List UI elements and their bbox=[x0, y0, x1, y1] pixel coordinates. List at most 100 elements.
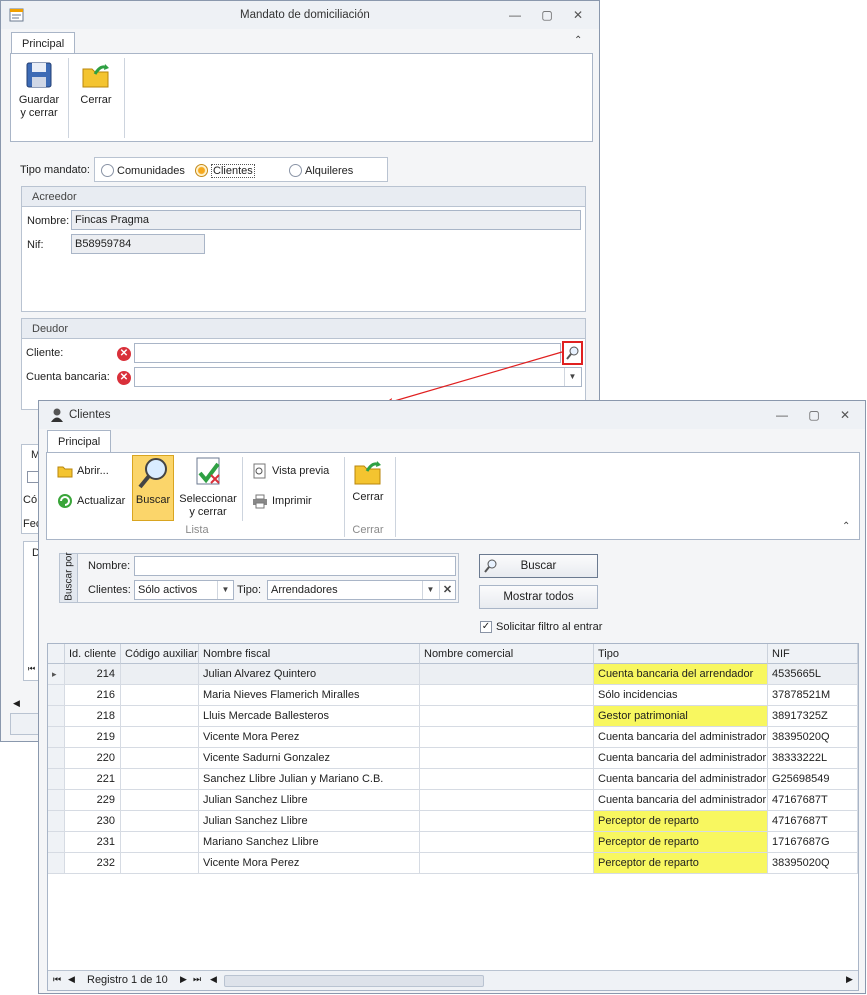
cell-aux bbox=[121, 790, 199, 811]
column-header-fiscal[interactable]: Nombre fiscal bbox=[199, 644, 420, 664]
table-row[interactable]: 229 Julian Sanchez Llibre Cuenta bancaria … bbox=[48, 790, 858, 811]
printer-icon bbox=[253, 494, 267, 509]
cell-aux bbox=[121, 853, 199, 874]
cell-fiscal: Julian Sanchez Llibre bbox=[199, 790, 420, 811]
close-button[interactable]: ✕ bbox=[569, 7, 587, 23]
table-row[interactable]: ▸ 214 Julian Alvarez Quintero Cuenta bancar… bbox=[48, 664, 858, 685]
horizontal-scrollbar[interactable] bbox=[224, 975, 484, 987]
mostrar-todos-button[interactable]: Mostrar todos bbox=[479, 585, 598, 609]
nav-first-icon[interactable]: ⏮ bbox=[28, 664, 35, 674]
column-header-nif[interactable]: NIF bbox=[768, 644, 858, 664]
column-header-aux[interactable]: Código auxiliar bbox=[121, 644, 199, 664]
acreedor-nombre-field[interactable]: Fincas Pragma bbox=[71, 210, 581, 230]
close-ribbon-button[interactable]: Cerrar bbox=[73, 60, 119, 107]
nombre-search-input[interactable] bbox=[134, 556, 456, 576]
nav-prev-icon[interactable]: ◀ bbox=[68, 974, 75, 985]
minimize-button[interactable]: — bbox=[773, 407, 791, 423]
header-selector[interactable] bbox=[48, 644, 65, 664]
abrir-button[interactable]: Abrir... bbox=[55, 461, 125, 481]
nav-first-icon[interactable]: ⏮ bbox=[53, 974, 61, 985]
table-row[interactable]: 231 Mariano Sanchez Llibre Perceptor de re… bbox=[48, 832, 858, 853]
tab-principal[interactable]: Principal bbox=[47, 430, 112, 453]
radio-clientes[interactable]: Clientes bbox=[195, 164, 255, 178]
seleccionar-label-2: y cerrar bbox=[189, 506, 227, 518]
cuenta-error-icon: ✕ bbox=[117, 371, 131, 385]
table-row[interactable]: 220 Vicente Sadurni Gonzalez Cuenta bancar… bbox=[48, 748, 858, 769]
cell-comercial bbox=[420, 832, 594, 853]
ribbon-separator bbox=[68, 58, 69, 138]
column-header-tipo[interactable]: Tipo bbox=[594, 644, 768, 664]
imprimir-button[interactable]: Imprimir bbox=[250, 491, 320, 511]
ribbon-separator bbox=[344, 457, 345, 537]
acreedor-header: Acreedor bbox=[22, 187, 585, 207]
floppy-icon bbox=[26, 62, 52, 88]
cell-aux bbox=[121, 727, 199, 748]
cell-id: 229 bbox=[65, 790, 121, 811]
cell-aux bbox=[121, 685, 199, 706]
cell-fiscal: Julian Sanchez Llibre bbox=[199, 811, 420, 832]
clientes-dropdown-icon[interactable]: ▼ bbox=[217, 581, 233, 599]
radio-circle-icon bbox=[101, 164, 114, 177]
vista-previa-button[interactable]: Vista previa bbox=[250, 461, 334, 481]
radio-selected-icon bbox=[195, 164, 208, 177]
folder-exit-icon bbox=[354, 461, 381, 485]
buscar-ribbon-button[interactable]: Buscar bbox=[132, 455, 174, 521]
partial-label-co: Có bbox=[23, 494, 38, 506]
minimize-button[interactable]: — bbox=[506, 7, 524, 23]
nav-next-icon[interactable]: ▶ bbox=[180, 974, 187, 985]
cerrar-ribbon-button[interactable]: Cerrar bbox=[347, 457, 389, 504]
collapse-ribbon-icon[interactable]: ⌃ bbox=[842, 521, 850, 532]
actualizar-button[interactable]: Actualizar bbox=[55, 491, 131, 511]
table-row[interactable]: 219 Vicente Mora Perez Cuenta bancaria del… bbox=[48, 727, 858, 748]
buscar-button[interactable]: Buscar bbox=[479, 554, 598, 578]
row-indicator bbox=[48, 706, 65, 727]
tipo-clear-icon[interactable]: ✕ bbox=[439, 581, 455, 599]
imprimir-label: Imprimir bbox=[272, 495, 312, 507]
acreedor-nif-field[interactable]: B58959784 bbox=[71, 234, 205, 254]
cell-id: 220 bbox=[65, 748, 121, 769]
ribbon-separator bbox=[242, 457, 243, 521]
clientes-title: Clientes bbox=[69, 409, 111, 421]
cell-comercial bbox=[420, 748, 594, 769]
cell-aux bbox=[121, 811, 199, 832]
actualizar-label: Actualizar bbox=[77, 495, 126, 507]
tipo-dropdown-icon[interactable]: ▼ bbox=[422, 581, 438, 599]
cell-fiscal: Sanchez Llibre Julian y Mariano C.B. bbox=[199, 769, 420, 790]
cell-id: 219 bbox=[65, 727, 121, 748]
scroll-left-icon[interactable]: ◀ bbox=[210, 974, 217, 985]
scroll-right-icon[interactable]: ▶ bbox=[846, 974, 853, 985]
cell-fiscal: Vicente Mora Perez bbox=[199, 853, 420, 874]
cell-fiscal: Lluis Mercade Ballesteros bbox=[199, 706, 420, 727]
maximize-button[interactable]: ▢ bbox=[805, 407, 823, 423]
radio-comunidades[interactable]: Comunidades bbox=[101, 164, 185, 178]
clientes-ribbon: Abrir... Actualizar Buscar Seleccionar y… bbox=[46, 452, 860, 540]
table-row[interactable]: 232 Vicente Mora Perez Perceptor de repart… bbox=[48, 853, 858, 874]
maximize-button[interactable]: ▢ bbox=[538, 7, 556, 23]
table-row[interactable]: 216 Maria Nieves Flamerich Miralles Sólo i… bbox=[48, 685, 858, 706]
nombre-label: Nombre: bbox=[88, 560, 131, 572]
cell-tipo: Cuenta bancaria del arrendador bbox=[594, 664, 768, 685]
table-row[interactable]: 221 Sanchez Llibre Julian y Mariano C.B. C… bbox=[48, 769, 858, 790]
main-ribbon: Guardar y cerrar Cerrar bbox=[10, 53, 593, 142]
nav-last-icon[interactable]: ⏭ bbox=[193, 974, 201, 985]
cell-id: 218 bbox=[65, 706, 121, 727]
cell-nif: 37878521M bbox=[768, 685, 858, 706]
row-indicator bbox=[48, 769, 65, 790]
cell-tipo: Cuenta bancaria del administrador bbox=[594, 727, 768, 748]
cell-id: 232 bbox=[65, 853, 121, 874]
tab-principal[interactable]: Principal bbox=[11, 32, 76, 54]
table-row[interactable]: 218 Lluis Mercade Ballesteros Gestor patri… bbox=[48, 706, 858, 727]
deudor-header: Deudor bbox=[22, 319, 585, 339]
column-header-id[interactable]: Id. cliente bbox=[65, 644, 121, 664]
collapse-ribbon-icon[interactable]: ⌃ bbox=[574, 35, 582, 46]
radio-alquileres[interactable]: Alquileres bbox=[289, 164, 353, 178]
solicitar-checkbox[interactable]: ✓ bbox=[480, 621, 492, 633]
column-header-comercial[interactable]: Nombre comercial bbox=[420, 644, 594, 664]
cell-comercial bbox=[420, 853, 594, 874]
save-close-button[interactable]: Guardar y cerrar bbox=[13, 60, 65, 120]
table-row[interactable]: 230 Julian Sanchez Llibre Perceptor de rep… bbox=[48, 811, 858, 832]
scroll-left-icon[interactable]: ◀ bbox=[13, 698, 20, 709]
close-button[interactable]: ✕ bbox=[836, 407, 854, 423]
seleccionar-cerrar-button[interactable]: Seleccionar y cerrar bbox=[178, 455, 238, 519]
group-label-cerrar: Cerrar bbox=[352, 524, 384, 536]
